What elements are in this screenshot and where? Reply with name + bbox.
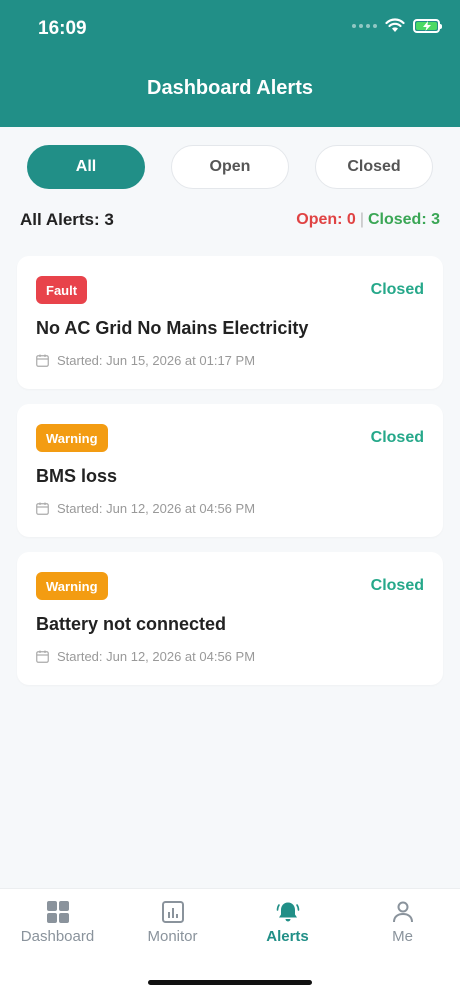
calendar-icon bbox=[36, 502, 49, 515]
alert-status: Closed bbox=[370, 429, 424, 446]
alert-started-text: Started: Jun 12, 2026 at 04:56 PM bbox=[57, 649, 256, 664]
closed-count: Closed: 3 bbox=[367, 211, 440, 228]
filter-bar: All Open Closed bbox=[27, 145, 433, 189]
alert-status: Closed bbox=[370, 577, 424, 594]
tab-label: Dashboard bbox=[20, 928, 95, 945]
alert-card[interactable]: Warning Closed Battery not connected Sta… bbox=[17, 552, 443, 685]
alerts-list: Fault Closed No AC Grid No Mains Electri… bbox=[17, 256, 443, 700]
tab-label: Me bbox=[392, 928, 413, 945]
tab-me[interactable]: Me bbox=[345, 889, 460, 961]
home-indicator[interactable] bbox=[148, 980, 312, 985]
alert-title: Battery not connected bbox=[36, 614, 227, 634]
all-alerts-count: All Alerts: 3 bbox=[20, 210, 114, 229]
monitor-icon bbox=[161, 901, 184, 923]
filter-all-button[interactable]: All bbox=[27, 145, 145, 189]
severity-badge: Warning bbox=[36, 424, 108, 452]
bell-icon bbox=[276, 902, 299, 922]
alert-start-time: Started: Jun 15, 2026 at 01:17 PM bbox=[36, 353, 255, 368]
bottom-tab-bar: Dashboard Monitor Alerts Me bbox=[0, 888, 460, 995]
alert-title: No AC Grid No Mains Electricity bbox=[36, 318, 309, 338]
status-counts: Open: 0 | Closed: 3 bbox=[296, 211, 440, 229]
charging-bolt-icon bbox=[422, 20, 431, 31]
count-separator: | bbox=[359, 211, 364, 228]
battery-icon bbox=[413, 18, 442, 33]
alert-card[interactable]: Warning Closed BMS loss Started: Jun 12,… bbox=[17, 404, 443, 537]
tab-label: Monitor bbox=[147, 928, 198, 945]
filter-open-button[interactable]: Open bbox=[171, 145, 289, 189]
calendar-icon bbox=[36, 354, 49, 367]
severity-badge: Fault bbox=[36, 276, 88, 304]
status-time: 16:09 bbox=[38, 18, 87, 39]
tab-label: Alerts bbox=[266, 928, 309, 945]
app-header: 16:09 Dashboard Alerts bbox=[0, 0, 460, 127]
wifi-icon bbox=[385, 18, 405, 32]
alert-title: BMS loss bbox=[36, 466, 118, 486]
status-icons bbox=[352, 18, 442, 33]
person-icon bbox=[392, 901, 413, 923]
tab-dashboard[interactable]: Dashboard bbox=[0, 889, 115, 961]
dashboard-icon bbox=[46, 901, 69, 923]
alert-start-time: Started: Jun 12, 2026 at 04:56 PM bbox=[36, 501, 255, 516]
page-title: Dashboard Alerts bbox=[147, 77, 313, 99]
alert-card[interactable]: Fault Closed No AC Grid No Mains Electri… bbox=[17, 256, 443, 389]
alert-started-text: Started: Jun 12, 2026 at 04:56 PM bbox=[57, 501, 256, 516]
signal-dots-icon bbox=[352, 23, 377, 28]
severity-badge: Warning bbox=[36, 572, 108, 600]
alert-started-text: Started: Jun 15, 2026 at 01:17 PM bbox=[57, 353, 256, 368]
alert-start-time: Started: Jun 12, 2026 at 04:56 PM bbox=[36, 649, 255, 664]
filter-closed-button[interactable]: Closed bbox=[315, 145, 433, 189]
alert-status: Closed bbox=[370, 281, 424, 298]
tab-alerts[interactable]: Alerts bbox=[230, 889, 345, 961]
calendar-icon bbox=[36, 650, 49, 663]
open-count: Open: 0 bbox=[296, 211, 356, 228]
tab-monitor[interactable]: Monitor bbox=[115, 889, 230, 961]
alerts-summary: All Alerts: 3 Open: 0 | Closed: 3 bbox=[20, 210, 440, 230]
